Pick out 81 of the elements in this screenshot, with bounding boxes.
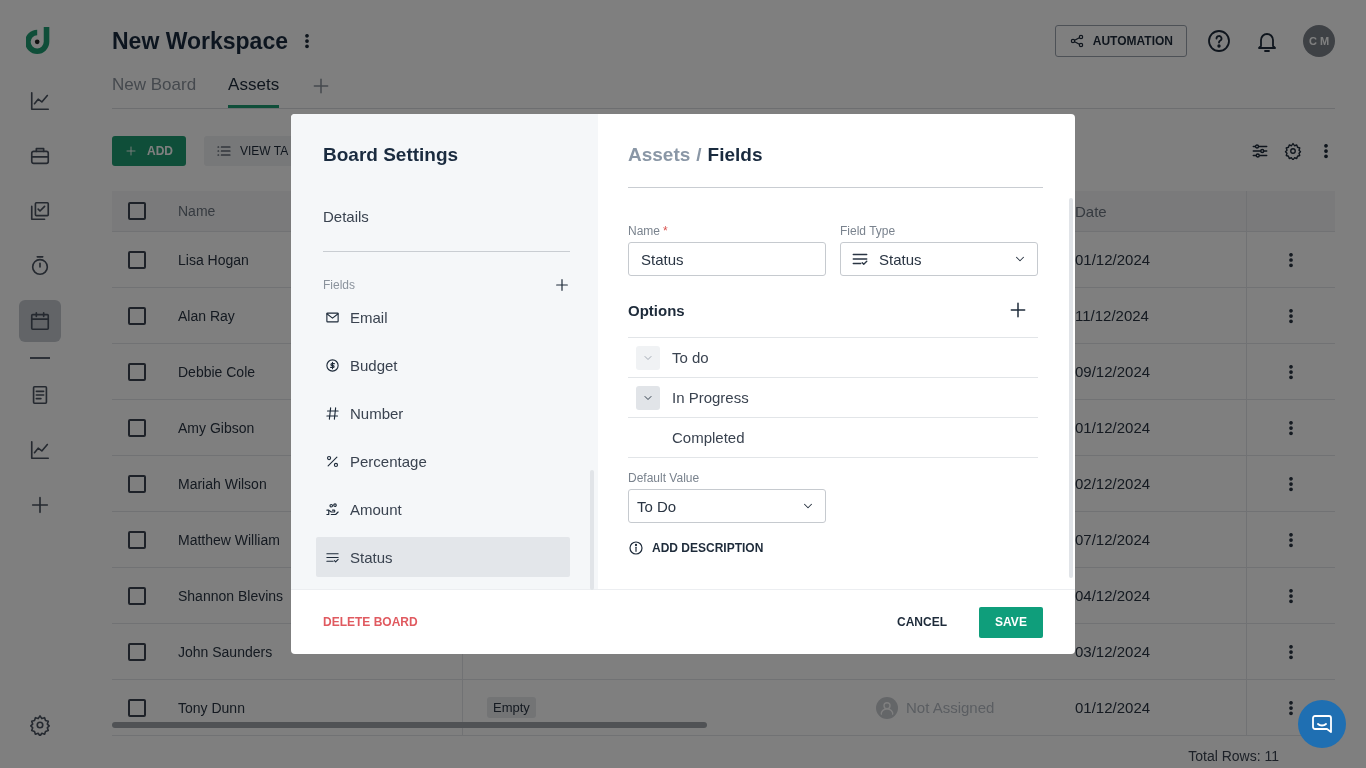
table-cell: Amy Gibson — [178, 419, 255, 436]
option-label: Completed — [672, 429, 745, 446]
field-label: Field Type — [840, 224, 897, 238]
automation-button[interactable]: AUTOMATION — [1054, 25, 1187, 57]
checkbox[interactable] — [128, 698, 146, 717]
checkbox[interactable] — [128, 306, 146, 325]
scrollbar[interactable] — [112, 722, 707, 728]
sidebar-item[interactable] — [19, 300, 61, 342]
delete-button[interactable]: DELETE BOARD — [323, 615, 418, 630]
checkbox[interactable] — [128, 530, 146, 549]
stopwatch-icon — [29, 255, 51, 277]
field-item[interactable]: Status — [316, 537, 570, 577]
breadcrumb-separator: / — [696, 144, 702, 166]
filter-icon[interactable] — [1251, 142, 1269, 160]
table-cell: Mariah Wilson — [178, 475, 267, 492]
name-field[interactable]: Status — [628, 242, 826, 276]
checkbox[interactable] — [128, 250, 146, 269]
section-title: Options — [628, 301, 685, 319]
expand-toggle[interactable] — [636, 385, 660, 410]
expand-toggle[interactable] — [636, 345, 660, 370]
list-icon — [216, 143, 232, 159]
dollar-icon — [325, 357, 340, 373]
option-label: In Progress — [672, 389, 749, 406]
field-item[interactable]: Email — [316, 297, 570, 337]
field-item[interactable]: Amount — [316, 489, 570, 529]
required-mark: * — [663, 224, 668, 238]
field-type-select[interactable]: Status — [840, 242, 1038, 276]
nav-item[interactable]: Details — [323, 208, 570, 225]
info-icon — [628, 540, 644, 556]
checkbox[interactable] — [128, 362, 146, 381]
checkbox[interactable] — [128, 474, 146, 493]
add-icon[interactable] — [554, 277, 570, 293]
briefcase-icon — [29, 145, 51, 167]
checkbox[interactable] — [128, 586, 146, 605]
person-icon — [876, 696, 898, 719]
cancel-button[interactable]: CANCEL — [893, 607, 951, 638]
table-cell: Alan Ray — [178, 307, 235, 324]
add-icon[interactable] — [1008, 300, 1028, 320]
table-cell: Matthew William — [178, 531, 280, 548]
table-cell: John Saunders — [178, 643, 273, 660]
coins-hand-icon — [325, 501, 340, 517]
table-cell: Shannon Blevins — [178, 587, 284, 604]
table-cell: Debbie Cole — [178, 363, 256, 380]
table-cell: Lisa Hogan — [178, 251, 249, 268]
settings-icon[interactable] — [29, 714, 51, 736]
chat-button[interactable] — [1298, 700, 1346, 748]
field-item[interactable]: Percentage — [316, 441, 570, 481]
checklist-icon — [29, 200, 51, 222]
field-label: Default Value — [628, 471, 701, 485]
chart-icon — [29, 90, 51, 112]
chart-icon — [29, 439, 51, 461]
percent-icon — [325, 453, 340, 469]
calendar-icon — [29, 310, 51, 332]
field-item[interactable]: Budget — [316, 345, 570, 385]
field-label: Name — [628, 224, 660, 238]
section-label: Fields — [323, 278, 355, 292]
view-button[interactable]: VIEW TA — [204, 136, 294, 166]
option-label: To do — [672, 349, 709, 366]
default-value-select[interactable]: To Do — [628, 489, 826, 523]
table-cell: Tony Dunn — [178, 699, 245, 716]
add-description-link[interactable]: ADD DESCRIPTION — [628, 540, 1038, 556]
checkbox[interactable] — [128, 642, 146, 661]
nodes-icon — [1068, 33, 1085, 49]
mail-icon — [325, 309, 340, 325]
total-rows: Total Rows: 11 — [1188, 748, 1279, 764]
dialog-title: Board Settings — [323, 144, 460, 166]
checkbox[interactable] — [128, 202, 146, 220]
board-tab[interactable]: Assets — [228, 72, 280, 108]
plus-icon — [29, 494, 51, 516]
help-icon[interactable] — [1207, 29, 1231, 53]
field-item[interactable]: Number — [316, 393, 570, 433]
plus-icon — [125, 145, 137, 157]
chat-icon — [1310, 712, 1334, 736]
breadcrumb-current: Fields — [707, 144, 763, 166]
column-header: Name — [178, 203, 216, 219]
workspace-title: New Workspace — [112, 27, 288, 55]
table-cell: 01/12/2024 — [1062, 680, 1247, 735]
checkbox[interactable] — [128, 418, 146, 437]
status-tag: Empty — [487, 697, 536, 718]
settings-icon[interactable] — [1284, 142, 1302, 160]
hash-icon — [325, 405, 340, 421]
